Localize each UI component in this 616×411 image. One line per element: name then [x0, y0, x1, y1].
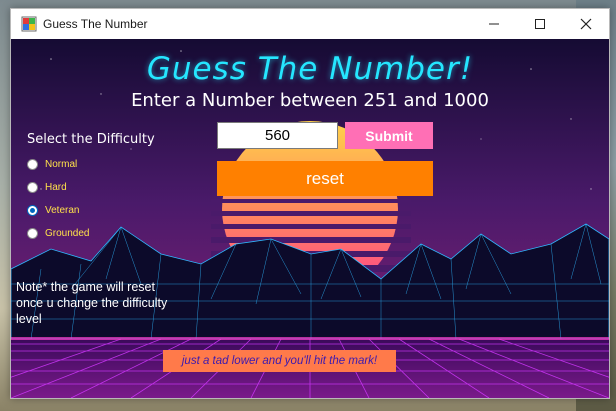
close-button[interactable] [563, 9, 609, 39]
radio-label: Normal [45, 158, 78, 170]
difficulty-note: Note* the game will reset once u change … [16, 280, 168, 326]
difficulty-option-hard[interactable]: Hard [27, 179, 67, 195]
submit-button[interactable]: Submit [345, 122, 433, 149]
instruction-text: Enter a Number between 251 and 1000 [131, 90, 489, 111]
radio-label: Veteran [45, 204, 80, 216]
difficulty-option-normal[interactable]: Normal [27, 156, 77, 172]
radio-button[interactable] [27, 227, 38, 239]
minimize-icon [489, 23, 499, 25]
difficulty-label: Select the Difficulty [27, 132, 155, 147]
window-title: Guess The Number [43, 17, 148, 31]
hint-message: just a tad lower and you'll hit the mark… [163, 350, 396, 372]
difficulty-option-veteran[interactable]: Veteran [27, 202, 79, 218]
radio-button-selected[interactable] [27, 204, 38, 216]
radio-button[interactable] [27, 181, 38, 193]
radio-button[interactable] [27, 158, 38, 170]
maximize-icon [535, 19, 545, 29]
radio-label: Grounded [45, 227, 90, 239]
difficulty-option-grounded[interactable]: Grounded [27, 225, 89, 241]
maximize-button[interactable] [517, 9, 563, 39]
reset-button[interactable]: reset [217, 161, 433, 196]
close-icon [580, 18, 592, 30]
minimize-button[interactable] [471, 9, 517, 39]
app-window: Guess The Number Guess The Number! Enter… [10, 8, 610, 399]
game-panel: Guess The Number! Enter a Number between… [11, 39, 609, 398]
app-icon [21, 16, 37, 32]
title-bar: Guess The Number [11, 9, 609, 39]
radio-label: Hard [45, 181, 67, 193]
game-title: Guess The Number! [146, 51, 474, 87]
guess-input[interactable] [217, 122, 338, 149]
